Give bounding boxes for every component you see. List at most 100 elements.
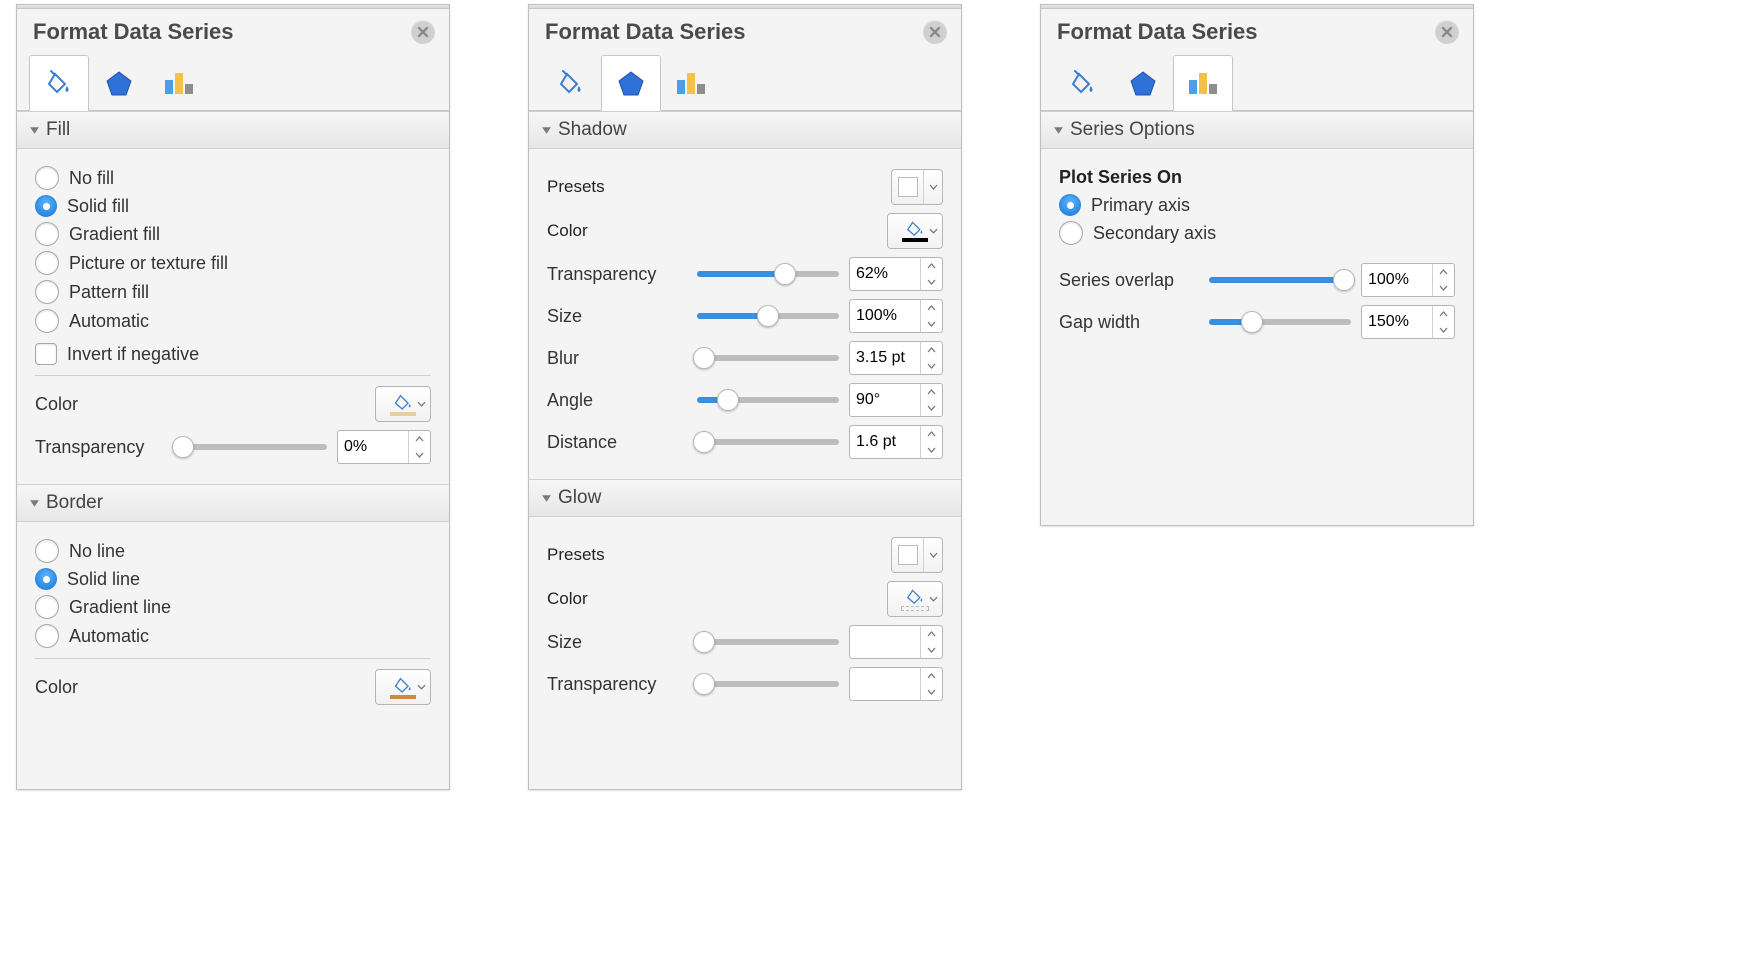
presets-label: Presets bbox=[547, 545, 605, 565]
presets-label: Presets bbox=[547, 177, 605, 197]
shadow-transparency-input[interactable] bbox=[849, 257, 943, 291]
glow-size-slider[interactable] bbox=[697, 632, 839, 652]
radio-automatic-line[interactable]: Automatic bbox=[35, 624, 431, 648]
radio-pattern-fill[interactable]: Pattern fill bbox=[35, 280, 431, 304]
radio-no-fill[interactable]: No fill bbox=[35, 166, 431, 190]
glow-transparency-input[interactable] bbox=[849, 667, 943, 701]
panel-title: Format Data Series bbox=[33, 19, 234, 45]
close-button[interactable] bbox=[923, 20, 947, 44]
section-header-shadow[interactable]: Shadow bbox=[529, 111, 961, 149]
close-icon bbox=[417, 26, 429, 38]
shadow-size-input[interactable] bbox=[849, 299, 943, 333]
stepper-down[interactable] bbox=[1433, 280, 1453, 296]
radio-gradient-fill[interactable]: Gradient fill bbox=[35, 222, 431, 246]
stepper-up[interactable] bbox=[921, 426, 941, 442]
transparency-label: Transparency bbox=[547, 264, 697, 285]
glow-color-picker[interactable] bbox=[887, 581, 943, 617]
shadow-transparency-slider[interactable] bbox=[697, 264, 839, 284]
border-color-picker[interactable] bbox=[375, 669, 431, 705]
shadow-distance-slider[interactable] bbox=[697, 432, 839, 452]
stepper-up[interactable] bbox=[1433, 306, 1453, 322]
gap-width-input[interactable] bbox=[1361, 305, 1455, 339]
gap-width-label: Gap width bbox=[1059, 312, 1209, 333]
series-overlap-input[interactable] bbox=[1361, 263, 1455, 297]
stepper-down[interactable] bbox=[921, 400, 941, 416]
section-header-glow[interactable]: Glow bbox=[529, 479, 961, 517]
fill-color-picker[interactable] bbox=[375, 386, 431, 422]
radio-solid-line[interactable]: Solid line bbox=[35, 568, 431, 590]
stepper-down[interactable] bbox=[921, 358, 941, 374]
close-icon bbox=[1441, 26, 1453, 38]
section-header-fill[interactable]: Fill bbox=[17, 111, 449, 149]
close-icon bbox=[929, 26, 941, 38]
chevron-down-icon bbox=[923, 170, 942, 204]
tab-effects[interactable] bbox=[601, 55, 661, 111]
series-overlap-slider[interactable] bbox=[1209, 270, 1351, 290]
glow-transparency-slider[interactable] bbox=[697, 674, 839, 694]
stepper-up[interactable] bbox=[921, 626, 941, 642]
stepper-down[interactable] bbox=[921, 642, 941, 658]
disclosure-triangle-icon bbox=[541, 493, 552, 504]
shadow-size-slider[interactable] bbox=[697, 306, 839, 326]
gap-width-slider[interactable] bbox=[1209, 312, 1351, 332]
shadow-presets-dropdown[interactable] bbox=[891, 169, 943, 205]
disclosure-triangle-icon bbox=[29, 125, 40, 136]
tab-strip bbox=[1041, 55, 1473, 111]
tab-effects[interactable] bbox=[89, 55, 149, 111]
close-button[interactable] bbox=[411, 20, 435, 44]
stepper-up[interactable] bbox=[921, 300, 941, 316]
shadow-blur-slider[interactable] bbox=[697, 348, 839, 368]
section-label: Border bbox=[46, 492, 103, 514]
stepper-up[interactable] bbox=[1433, 264, 1453, 280]
color-label: Color bbox=[547, 589, 588, 609]
glow-size-input[interactable] bbox=[849, 625, 943, 659]
close-button[interactable] bbox=[1435, 20, 1459, 44]
paint-bucket-icon bbox=[393, 676, 413, 693]
tab-series-options[interactable] bbox=[1173, 55, 1233, 111]
stepper-down[interactable] bbox=[921, 316, 941, 332]
section-header-border[interactable]: Border bbox=[17, 484, 449, 522]
paint-bucket-icon bbox=[393, 393, 413, 410]
radio-solid-fill[interactable]: Solid fill bbox=[35, 195, 431, 217]
bar-chart-icon bbox=[1186, 68, 1220, 98]
disclosure-triangle-icon bbox=[1053, 125, 1064, 136]
chevron-down-icon bbox=[417, 401, 426, 407]
tab-fill-line[interactable] bbox=[541, 55, 601, 111]
stepper-up[interactable] bbox=[409, 431, 429, 447]
stepper-down[interactable] bbox=[409, 447, 429, 463]
tab-series-options[interactable] bbox=[149, 55, 209, 111]
radio-automatic-fill[interactable]: Automatic bbox=[35, 309, 431, 333]
stepper-up[interactable] bbox=[921, 258, 941, 274]
radio-no-line[interactable]: No line bbox=[35, 539, 431, 563]
fill-transparency-slider[interactable] bbox=[175, 437, 327, 457]
title-bar: Format Data Series bbox=[529, 9, 961, 51]
section-header-series-options[interactable]: Series Options bbox=[1041, 111, 1473, 149]
radio-primary-axis[interactable]: Primary axis bbox=[1059, 194, 1455, 216]
tab-fill-line[interactable] bbox=[29, 55, 89, 111]
paint-bucket-icon bbox=[556, 68, 586, 98]
shadow-angle-input[interactable] bbox=[849, 383, 943, 417]
transparency-label: Transparency bbox=[35, 437, 175, 458]
tab-series-options[interactable] bbox=[661, 55, 721, 111]
stepper-down[interactable] bbox=[921, 442, 941, 458]
stepper-down[interactable] bbox=[921, 274, 941, 290]
stepper-down[interactable] bbox=[921, 684, 941, 700]
radio-gradient-line[interactable]: Gradient line bbox=[35, 595, 431, 619]
checkbox-invert-if-negative[interactable]: Invert if negative bbox=[35, 343, 431, 365]
radio-picture-texture-fill[interactable]: Picture or texture fill bbox=[35, 251, 431, 275]
chevron-down-icon bbox=[929, 228, 938, 234]
glow-presets-dropdown[interactable] bbox=[891, 537, 943, 573]
shadow-blur-input[interactable] bbox=[849, 341, 943, 375]
shadow-color-picker[interactable] bbox=[887, 213, 943, 249]
stepper-up[interactable] bbox=[921, 342, 941, 358]
radio-secondary-axis[interactable]: Secondary axis bbox=[1059, 221, 1455, 245]
pentagon-icon bbox=[616, 68, 646, 98]
shadow-distance-input[interactable] bbox=[849, 425, 943, 459]
stepper-down[interactable] bbox=[1433, 322, 1453, 338]
stepper-up[interactable] bbox=[921, 384, 941, 400]
tab-fill-line[interactable] bbox=[1053, 55, 1113, 111]
shadow-angle-slider[interactable] bbox=[697, 390, 839, 410]
tab-effects[interactable] bbox=[1113, 55, 1173, 111]
fill-transparency-input[interactable] bbox=[337, 430, 431, 464]
stepper-up[interactable] bbox=[921, 668, 941, 684]
